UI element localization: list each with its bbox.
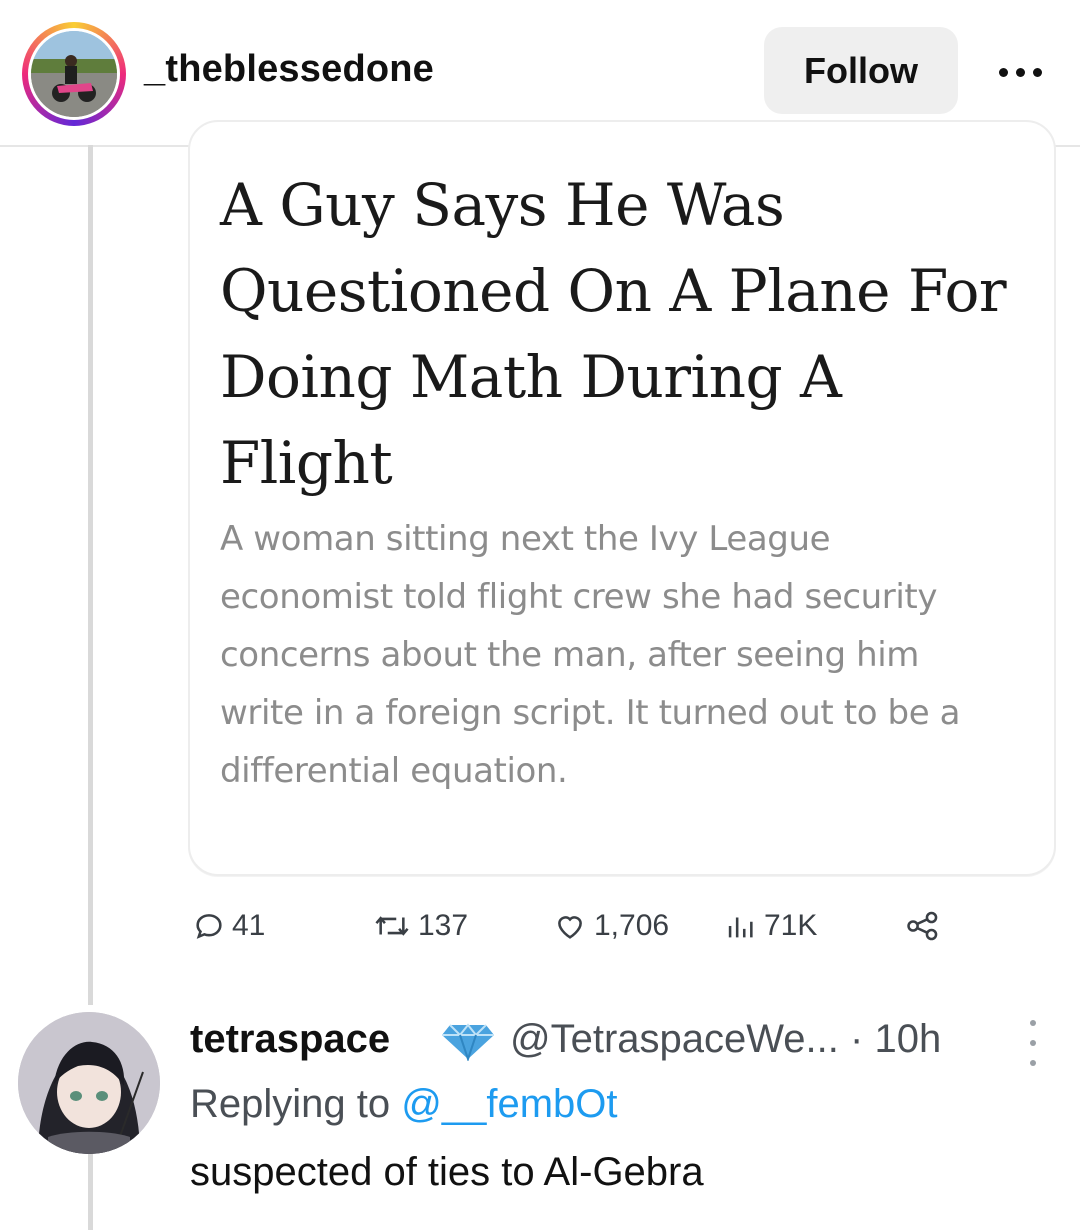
reply-button[interactable]: 41 xyxy=(192,900,265,952)
heart-icon xyxy=(558,916,582,939)
tweet-actions: 41 137 1,706 71K xyxy=(192,900,972,952)
avatar-frame xyxy=(28,28,120,120)
dot xyxy=(1030,1040,1036,1046)
thread-line xyxy=(88,145,93,1005)
username[interactable]: _theblessedone xyxy=(144,48,434,91)
article-description: A woman sitting next the Ivy League econ… xyxy=(220,519,961,791)
reply-avatar-illustration xyxy=(18,1012,160,1154)
verified-diamond-icon xyxy=(440,1021,496,1066)
replying-to-line: Replying to @__fembOt xyxy=(190,1082,618,1127)
like-count: 1,706 xyxy=(594,909,670,942)
reply-handle-and-time[interactable]: @TetraspaceWe... · 10h xyxy=(510,1017,941,1062)
dot xyxy=(1030,1020,1036,1026)
retweet-icon xyxy=(375,916,409,936)
share-icon xyxy=(907,911,938,941)
dot xyxy=(1015,67,1025,77)
dot xyxy=(1032,67,1042,77)
replying-prefix: Replying to xyxy=(190,1082,391,1126)
views-count: 71K xyxy=(764,909,818,942)
more-options-icon[interactable] xyxy=(985,52,1055,92)
reply-count: 41 xyxy=(232,909,266,942)
like-button[interactable]: 1,706 xyxy=(552,900,669,952)
dot xyxy=(1030,1060,1036,1066)
follow-button[interactable]: Follow xyxy=(764,27,958,114)
share-button[interactable] xyxy=(904,900,942,952)
avatar xyxy=(31,31,117,117)
reply-avatar[interactable] xyxy=(18,1012,160,1154)
separator: · xyxy=(850,1017,864,1061)
avatar-photo xyxy=(31,31,117,117)
views-button[interactable]: 71K xyxy=(722,900,817,952)
reply-text: suspected of ties to Al-Gebra xyxy=(190,1150,704,1194)
dot xyxy=(998,67,1008,77)
story-ring[interactable] xyxy=(22,22,126,126)
article-headline: A Guy Says He Was Questioned On A Plane … xyxy=(220,171,1007,497)
reply-more-icon[interactable] xyxy=(1023,1020,1043,1066)
retweet-count: 137 xyxy=(418,909,469,942)
thread-line xyxy=(88,1150,93,1230)
reply-display-name[interactable]: tetraspace xyxy=(190,1017,390,1062)
reply-icon xyxy=(196,914,222,939)
reply-time[interactable]: 10h xyxy=(874,1017,941,1061)
mention-link[interactable]: @__fembOt xyxy=(401,1082,617,1126)
retweet-button[interactable]: 137 xyxy=(372,900,468,952)
reply-handle[interactable]: @TetraspaceWe... xyxy=(510,1017,839,1061)
views-icon xyxy=(728,917,753,938)
